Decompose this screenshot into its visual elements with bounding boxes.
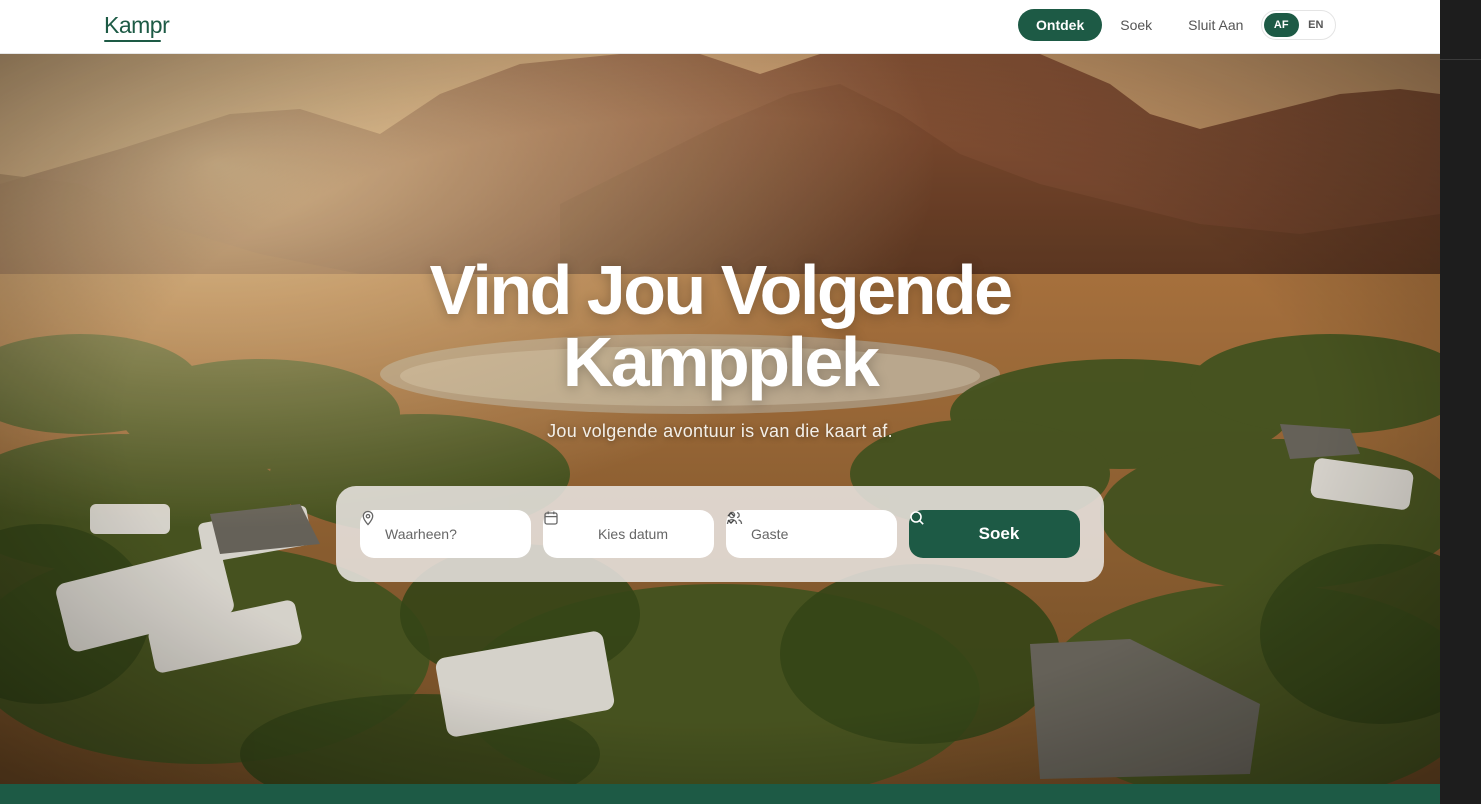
location-pin-icon	[362, 510, 374, 526]
hero-background-image	[0, 54, 1440, 784]
chevron-updown-icon	[727, 512, 735, 524]
top-navbar: Kampr Ontdek Soek Sluit Aan AF EN	[0, 0, 1440, 54]
next-section-strip	[0, 784, 1440, 804]
hero-section: Vind Jou Volgende Kampplek Jou volgende …	[0, 54, 1440, 784]
nav-item-sluit-aan[interactable]: Sluit Aan	[1170, 9, 1261, 41]
destination-placeholder: Waarheen?	[385, 526, 457, 542]
nav-item-soek[interactable]: Soek	[1102, 9, 1170, 41]
guests-placeholder: Gaste	[751, 526, 789, 542]
page: Kampr Ontdek Soek Sluit Aan AF EN Vind J…	[0, 0, 1440, 804]
hero-title-line-2: Kampplek	[562, 323, 880, 401]
search-panel: Waarheen? Kies datum Gaste Soek	[336, 486, 1104, 582]
search-button[interactable]: Soek	[909, 510, 1080, 558]
date-placeholder: Kies datum	[597, 526, 669, 542]
window-side-panel	[1440, 0, 1481, 804]
search-button-label: Soek	[978, 524, 1020, 543]
language-en-button[interactable]: EN	[1299, 13, 1334, 37]
divider	[1440, 59, 1481, 60]
logo[interactable]: Kampr	[104, 12, 170, 39]
search-icon	[910, 511, 924, 525]
hero-subtitle: Jou volgende avontuur is van die kaart a…	[547, 421, 893, 441]
logo-underline	[104, 40, 161, 42]
calendar-icon	[544, 511, 558, 525]
hero-title-line-1: Vind Jou Volgende	[429, 251, 1013, 329]
date-picker-field[interactable]: Kies datum	[543, 510, 714, 558]
hero-title: Vind Jou Volgende Kampplek	[0, 254, 1440, 398]
guests-select[interactable]: Gaste	[726, 510, 897, 558]
language-switcher: AF EN	[1261, 10, 1336, 40]
main-nav: Ontdek Soek Sluit Aan	[1018, 9, 1261, 41]
nav-item-ontdek[interactable]: Ontdek	[1018, 9, 1103, 41]
language-af-button[interactable]: AF	[1264, 13, 1299, 37]
destination-field[interactable]: Waarheen?	[360, 510, 531, 558]
